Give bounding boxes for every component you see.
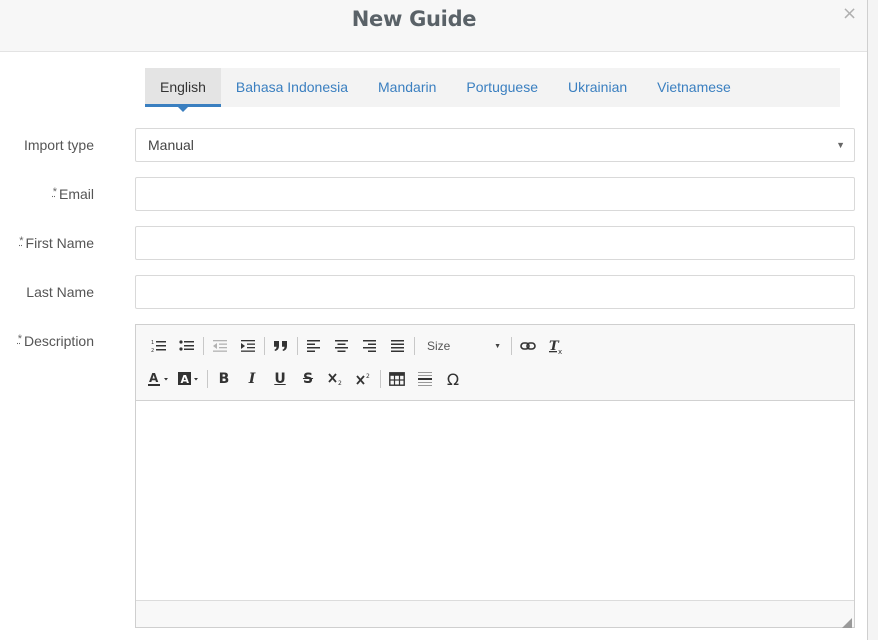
- first-name-label: * First Name: [19, 235, 94, 251]
- editor-status-bar: [136, 600, 854, 628]
- modal-header: New Guide ×: [0, 0, 867, 52]
- email-field[interactable]: [135, 177, 855, 211]
- import-type-label-text: Import type: [23, 137, 94, 153]
- svg-text:x: x: [558, 348, 562, 354]
- required-marker: *: [19, 235, 24, 247]
- strikethrough-glyph: S: [302, 371, 314, 387]
- last-name-label-text: Last Name: [26, 284, 94, 300]
- font-size-label: Size: [427, 339, 451, 353]
- required-marker: *: [17, 333, 22, 345]
- underline-glyph: U: [274, 371, 286, 387]
- svg-text:2: 2: [338, 380, 342, 386]
- special-character-icon[interactable]: Ω: [439, 366, 467, 392]
- tab-vietnamese[interactable]: Vietnamese: [642, 68, 746, 107]
- table-icon[interactable]: [383, 366, 411, 392]
- decrease-indent-icon[interactable]: [206, 333, 234, 359]
- import-type-select[interactable]: Manual ▼: [135, 128, 855, 162]
- svg-text:A: A: [149, 371, 159, 385]
- tab-portuguese[interactable]: Portuguese: [451, 68, 553, 107]
- language-tabs: English Bahasa Indonesia Mandarin Portug…: [145, 68, 840, 112]
- svg-text:2: 2: [151, 348, 154, 353]
- bold-glyph: B: [218, 371, 230, 387]
- svg-text:2: 2: [366, 373, 370, 380]
- bold-icon[interactable]: B: [210, 366, 238, 392]
- toolbar-separator: [264, 337, 265, 355]
- background-page-edge: [868, 0, 878, 640]
- align-center-icon[interactable]: [328, 333, 356, 359]
- increase-indent-icon[interactable]: [234, 333, 262, 359]
- align-left-icon[interactable]: [300, 333, 328, 359]
- italic-icon[interactable]: I: [238, 366, 266, 392]
- toolbar-separator: [414, 337, 415, 355]
- new-guide-modal: New Guide × English Bahasa Indonesia Man…: [0, 0, 868, 640]
- toolbar-separator: [207, 370, 208, 388]
- modal-title: New Guide: [351, 7, 477, 31]
- toolbar-separator: [380, 370, 381, 388]
- tab-bahasa-indonesia[interactable]: Bahasa Indonesia: [221, 68, 363, 107]
- toolbar-separator: [511, 337, 512, 355]
- tab-mandarin[interactable]: Mandarin: [363, 68, 451, 107]
- required-marker: *: [52, 186, 57, 198]
- tab-ukrainian[interactable]: Ukrainian: [553, 68, 642, 107]
- toolbar-row-1: 12 Size ▼ T x: [145, 333, 570, 359]
- svg-text:1: 1: [151, 340, 154, 346]
- align-right-icon[interactable]: [356, 333, 384, 359]
- chevron-down-icon: ▼: [494, 342, 501, 350]
- justify-icon[interactable]: [384, 333, 412, 359]
- first-name-field[interactable]: [135, 226, 855, 260]
- bulleted-list-icon[interactable]: [173, 333, 201, 359]
- editor-toolbar: 12 Size ▼ T x A A B I U S 2 2 Ω: [136, 325, 854, 401]
- italic-glyph: I: [248, 371, 256, 387]
- strikethrough-icon[interactable]: S: [294, 366, 322, 392]
- description-editor: 12 Size ▼ T x A A B I U S 2 2 Ω: [135, 324, 855, 628]
- horizontal-line-icon[interactable]: [411, 366, 439, 392]
- omega-glyph: Ω: [446, 369, 460, 389]
- font-size-dropdown[interactable]: Size ▼: [417, 333, 509, 359]
- superscript-icon[interactable]: 2: [350, 366, 378, 392]
- resize-grip-icon[interactable]: [842, 615, 852, 628]
- email-label: * Email: [53, 186, 94, 202]
- description-label: * Description: [18, 333, 94, 349]
- subscript-icon[interactable]: 2: [322, 366, 350, 392]
- description-label-text: Description: [23, 333, 94, 349]
- description-editor-content[interactable]: [136, 401, 854, 601]
- first-name-label-text: First Name: [25, 235, 94, 251]
- text-color-icon[interactable]: A: [145, 366, 175, 392]
- link-icon[interactable]: [514, 333, 542, 359]
- background-color-icon[interactable]: A: [175, 366, 205, 392]
- numbered-list-icon[interactable]: 12: [145, 333, 173, 359]
- close-button[interactable]: ×: [842, 3, 857, 24]
- toolbar-separator: [297, 337, 298, 355]
- import-type-value: Manual: [148, 137, 194, 153]
- last-name-label: Last Name: [26, 284, 94, 300]
- email-label-text: Email: [58, 186, 94, 202]
- last-name-field[interactable]: [135, 275, 855, 309]
- import-type-label: Import type: [24, 137, 94, 153]
- toolbar-separator: [203, 337, 204, 355]
- blockquote-icon[interactable]: [267, 333, 295, 359]
- underline-icon[interactable]: U: [266, 366, 294, 392]
- chevron-down-icon: ▼: [836, 140, 845, 150]
- toolbar-row-2: A A B I U S 2 2 Ω: [145, 366, 467, 392]
- remove-format-icon[interactable]: Tx: [542, 333, 570, 359]
- svg-text:A: A: [181, 373, 190, 386]
- tab-english[interactable]: English: [145, 68, 221, 112]
